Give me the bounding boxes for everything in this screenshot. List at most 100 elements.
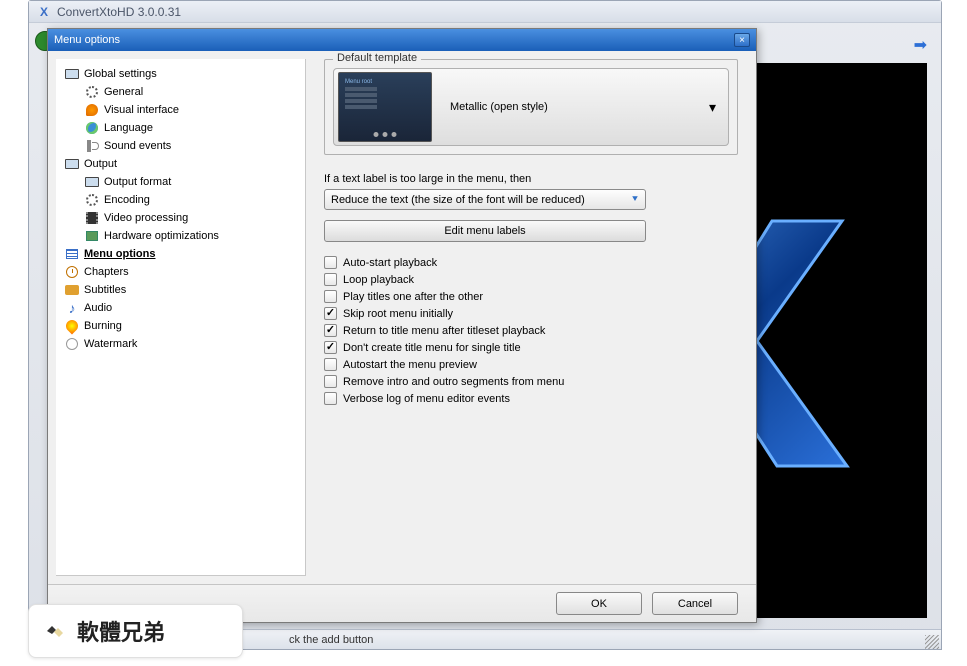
ok-label: OK: [591, 598, 607, 610]
cancel-label: Cancel: [678, 598, 712, 610]
default-template-legend: Default template: [333, 52, 421, 64]
main-window-title: ConvertXtoHD 3.0.0.31: [57, 5, 181, 19]
tree-item-audio[interactable]: ♪ Audio: [60, 299, 301, 317]
checkbox-row: Play titles one after the other: [324, 290, 738, 303]
gear-icon: [84, 192, 100, 208]
checkbox[interactable]: [324, 375, 337, 388]
tree-label: Output: [84, 158, 117, 170]
dialog-title: Menu options: [54, 34, 120, 46]
tree-item-sound-events[interactable]: Sound events: [60, 137, 301, 155]
checkbox-label[interactable]: Autostart the menu preview: [343, 359, 477, 371]
checkbox[interactable]: [324, 324, 337, 337]
tree-item-watermark[interactable]: Watermark: [60, 335, 301, 353]
checkbox-row: Loop playback: [324, 273, 738, 286]
default-template-fieldset: Default template Menu root Metallic (ope…: [324, 59, 738, 155]
template-selector[interactable]: Menu root Metallic (open style) ▾: [333, 68, 729, 146]
subtitle-icon: [64, 282, 80, 298]
tree-label: Video processing: [104, 212, 188, 224]
tree-label: Menu options: [84, 248, 156, 260]
forward-arrow-icon[interactable]: ➡: [914, 35, 927, 55]
checkbox[interactable]: [324, 256, 337, 269]
tree-item-output[interactable]: Output: [60, 155, 301, 173]
dialog-titlebar[interactable]: Menu options ×: [48, 29, 756, 51]
globe-icon: [84, 120, 100, 136]
monitor-icon: [84, 174, 100, 190]
checkbox[interactable]: [324, 341, 337, 354]
checkbox[interactable]: [324, 392, 337, 405]
menu-icon: [64, 246, 80, 262]
close-icon: ×: [739, 35, 745, 46]
checkbox[interactable]: [324, 358, 337, 371]
text-overflow-label: If a text label is too large in the menu…: [324, 173, 738, 185]
monitor-icon: [64, 156, 80, 172]
speaker-icon: [84, 138, 100, 154]
palette-icon: [84, 102, 100, 118]
app-icon: X: [37, 5, 51, 19]
edit-menu-labels-text: Edit menu labels: [444, 225, 525, 237]
checkbox-label[interactable]: Return to title menu after titleset play…: [343, 325, 545, 337]
options-dialog: Menu options × Global settings General Vis…: [47, 28, 757, 623]
hw-icon: [84, 228, 100, 244]
tree-label: Visual interface: [104, 104, 179, 116]
main-titlebar[interactable]: X ConvertXtoHD 3.0.0.31: [29, 1, 941, 23]
checkbox-label[interactable]: Verbose log of menu editor events: [343, 393, 510, 405]
checkbox-row: Verbose log of menu editor events: [324, 392, 738, 405]
tree-label: Hardware optimizations: [104, 230, 219, 242]
template-name: Metallic (open style): [450, 101, 709, 113]
tree-item-chapters[interactable]: Chapters: [60, 263, 301, 281]
tree-item-language[interactable]: Language: [60, 119, 301, 137]
checkbox-row: Remove intro and outro segments from men…: [324, 375, 738, 388]
tree-item-encoding[interactable]: Encoding: [60, 191, 301, 209]
checkbox-row: Autostart the menu preview: [324, 358, 738, 371]
handshake-icon: [43, 619, 67, 643]
tree-item-subtitles[interactable]: Subtitles: [60, 281, 301, 299]
checkbox-label[interactable]: Auto-start playback: [343, 257, 437, 269]
tree-item-output-format[interactable]: Output format: [60, 173, 301, 191]
text-overflow-select[interactable]: Reduce the text (the size of the font wi…: [324, 189, 646, 210]
dialog-close-button[interactable]: ×: [734, 33, 750, 47]
checkbox[interactable]: [324, 307, 337, 320]
tree-label: Subtitles: [84, 284, 126, 296]
checkbox-group: Auto-start playback Loop playback Play tit…: [324, 256, 738, 405]
tree-label: Language: [104, 122, 153, 134]
tree-label: Burning: [84, 320, 122, 332]
tree-label: Chapters: [84, 266, 129, 278]
checkbox-label[interactable]: Play titles one after the other: [343, 291, 483, 303]
tree-item-menu-options[interactable]: Menu options: [60, 245, 301, 263]
template-dropdown-icon[interactable]: ▾: [709, 99, 724, 116]
tree-label: Output format: [104, 176, 171, 188]
tree-item-hardware-optimizations[interactable]: Hardware optimizations: [60, 227, 301, 245]
tree-item-global-settings[interactable]: Global settings: [60, 65, 301, 83]
film-icon: [84, 210, 100, 226]
burn-icon: [64, 318, 80, 334]
settings-tree[interactable]: Global settings General Visual interface La…: [56, 59, 306, 576]
checkbox-label[interactable]: Don't create title menu for single title: [343, 342, 521, 354]
water-icon: [64, 336, 80, 352]
ok-button[interactable]: OK: [556, 592, 642, 615]
cancel-button[interactable]: Cancel: [652, 592, 738, 615]
text-overflow-value: Reduce the text (the size of the font wi…: [331, 194, 585, 206]
template-thumbnail: Menu root: [338, 72, 432, 142]
edit-menu-labels-button[interactable]: Edit menu labels: [324, 220, 646, 242]
tree-item-burning[interactable]: Burning: [60, 317, 301, 335]
tree-label: Global settings: [84, 68, 157, 80]
gear-icon: [84, 84, 100, 100]
checkbox-label[interactable]: Remove intro and outro segments from men…: [343, 376, 564, 388]
checkbox-label[interactable]: Skip root menu initially: [343, 308, 453, 320]
note-icon: ♪: [64, 300, 80, 316]
checkbox[interactable]: [324, 273, 337, 286]
resize-grip[interactable]: [925, 635, 939, 649]
tree-item-general[interactable]: General: [60, 83, 301, 101]
checkbox-row: Skip root menu initially: [324, 307, 738, 320]
content-pane: Default template Menu root Metallic (ope…: [306, 51, 756, 584]
dialog-body: Global settings General Visual interface La…: [48, 51, 756, 584]
tree-label: General: [104, 86, 143, 98]
monitor-icon: [64, 66, 80, 82]
checkbox-label[interactable]: Loop playback: [343, 274, 414, 286]
checkbox-row: Return to title menu after titleset play…: [324, 324, 738, 337]
tree-label: Audio: [84, 302, 112, 314]
tree-item-visual-interface[interactable]: Visual interface: [60, 101, 301, 119]
tree-label: Watermark: [84, 338, 137, 350]
tree-item-video-processing[interactable]: Video processing: [60, 209, 301, 227]
checkbox[interactable]: [324, 290, 337, 303]
